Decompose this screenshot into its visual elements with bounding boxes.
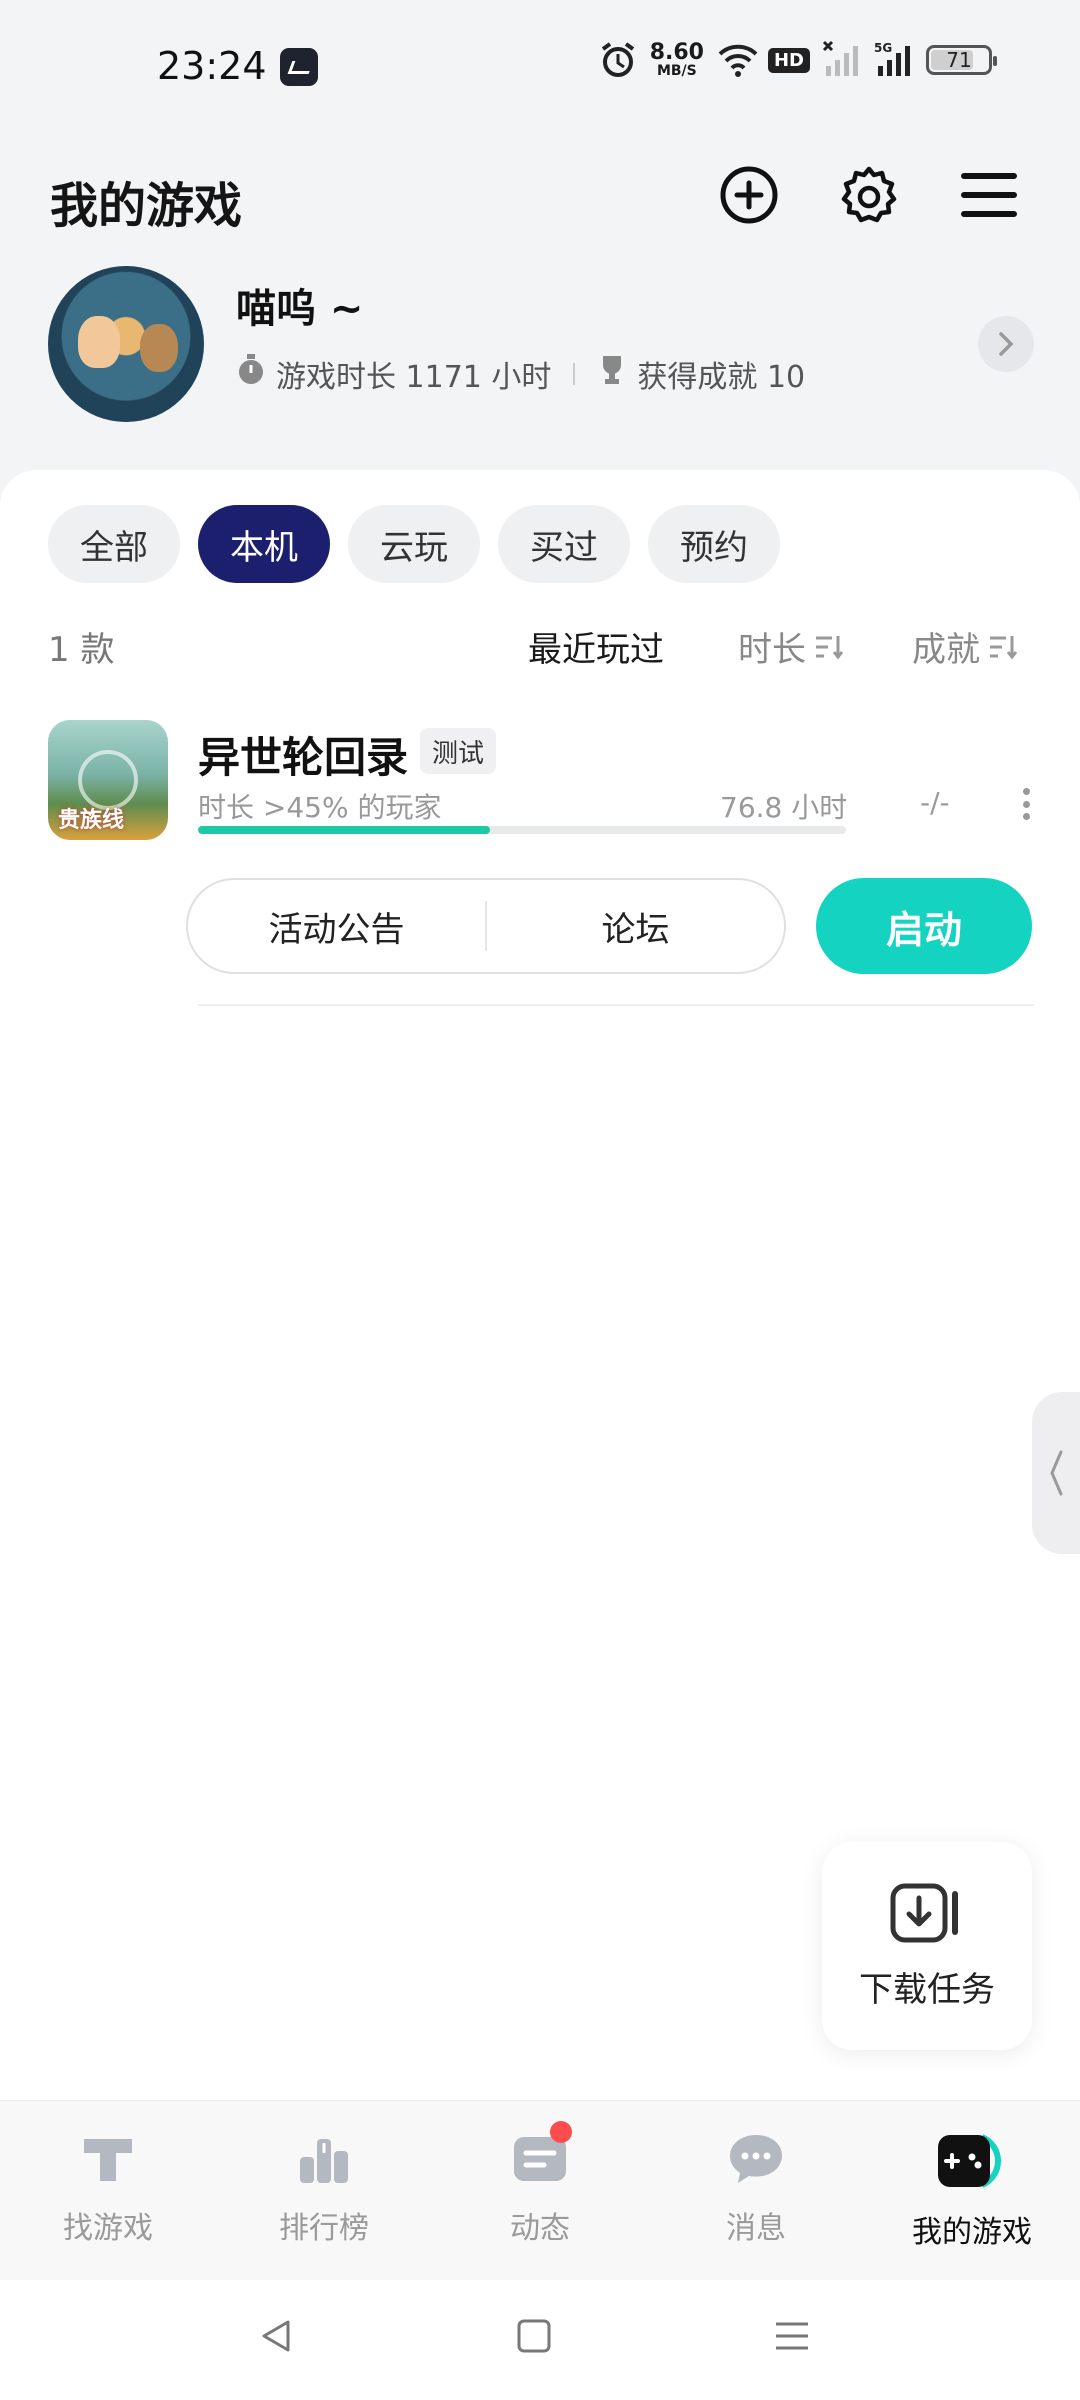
nav-feed[interactable]: 动态 (432, 2101, 648, 2280)
game-title[interactable]: 异世轮回录 (198, 724, 408, 785)
settings-button[interactable] (834, 160, 904, 230)
play-time: 游戏时长 1171 小时 (276, 360, 552, 395)
username[interactable]: 喵呜 ~ (236, 276, 363, 334)
status-icons: 8.60 MB/S HD 5G 71 (598, 40, 997, 80)
status-bar: 23:24 8.60 MB/S HD 5G 71 (0, 0, 1080, 140)
sort-duration-label: 时长 (738, 630, 806, 670)
game-icon-art (78, 750, 138, 810)
notification-app-icon (280, 48, 318, 86)
filter-tab-purchased[interactable]: 买过 (498, 505, 630, 583)
find-game-icon (84, 2139, 132, 2181)
alarm-icon (598, 40, 638, 80)
game-actions: 活动公告 论坛 (186, 878, 786, 974)
nav-my-games[interactable]: 我的游戏 (864, 2101, 1080, 2280)
my-games-icon (938, 2134, 1001, 2188)
add-game-button[interactable] (714, 160, 784, 230)
add-circle-icon (720, 166, 778, 224)
sort-achievements-label: 成就 (912, 630, 980, 670)
stats-divider (573, 363, 576, 385)
game-count: 1 款 (48, 630, 115, 670)
net-speed-value: 8.60 (649, 40, 704, 65)
recents-menu-icon (776, 2322, 808, 2350)
stopwatch-icon (236, 353, 266, 395)
sort-achievements[interactable]: 成就 (912, 622, 1018, 671)
more-options-icon[interactable] (1020, 788, 1032, 820)
filter-tab-all[interactable]: 全部 (48, 505, 180, 583)
list-divider (198, 1004, 1034, 1006)
net-speed-unit: MB/S (656, 63, 697, 79)
notification-dot (550, 2121, 572, 2143)
playtime-progress-fill (198, 826, 490, 834)
sort-icon (816, 635, 844, 659)
game-percentile: 时长 >45% 的玩家 (198, 791, 442, 824)
game-icon-badge: 贵族线 (58, 808, 125, 833)
announcement-button[interactable]: 活动公告 (188, 902, 485, 951)
svg-text:5G: 5G (874, 41, 892, 55)
sort-duration[interactable]: 时长 (738, 622, 844, 671)
status-time: 23:24 (157, 44, 267, 88)
game-icon[interactable]: 贵族线 (48, 720, 168, 840)
battery-level: 71 (946, 48, 972, 72)
nav-find-game[interactable]: 找游戏 (0, 2101, 216, 2280)
trophy-icon (597, 353, 627, 395)
hd-icon: HD (767, 47, 810, 73)
system-back-button[interactable] (246, 2306, 306, 2366)
net-speed: 8.60 MB/S (649, 40, 704, 79)
filter-tab-local[interactable]: 本机 (198, 505, 330, 583)
download-icon (890, 1883, 958, 1942)
side-drawer-handle[interactable] (1032, 1392, 1080, 1554)
nav-messages-label: 消息 (726, 2211, 786, 2246)
sort-icon (990, 635, 1018, 659)
filter-tab-reserved[interactable]: 预约 (648, 505, 780, 583)
signal-5g-icon: 5G (874, 40, 914, 80)
sort-recent[interactable]: 最近玩过 (528, 622, 664, 671)
page-title: 我的游戏 (50, 178, 243, 234)
message-icon (730, 2135, 782, 2183)
system-recents-button[interactable] (762, 2306, 822, 2366)
profile-stats: 游戏时长 1171 小时 获得成就 10 (236, 352, 805, 396)
game-hours: 76.8 小时 (720, 791, 848, 824)
game-tag: 测试 (420, 728, 497, 774)
nav-messages[interactable]: 消息 (648, 2101, 864, 2280)
achievements-count: 获得成就 10 (637, 360, 806, 395)
home-square-icon (517, 2319, 551, 2353)
nav-find-game-label: 找游戏 (63, 2211, 153, 2246)
battery-icon: 71 (926, 45, 997, 75)
wifi-icon (716, 40, 758, 80)
gear-icon (841, 166, 897, 223)
avatar[interactable] (48, 266, 204, 422)
profile-detail-button[interactable] (978, 316, 1034, 372)
back-triangle-icon (262, 2320, 290, 2352)
forum-button[interactable]: 论坛 (487, 902, 784, 951)
game-achievements: -/- (920, 786, 950, 819)
chevron-left-icon (1050, 1450, 1063, 1496)
ranking-icon (300, 2139, 348, 2183)
download-task-label: 下载任务 (859, 1969, 995, 2010)
playtime-progress (198, 826, 846, 834)
nav-ranking[interactable]: 排行榜 (216, 2101, 432, 2280)
nav-my-games-label: 我的游戏 (912, 2215, 1032, 2250)
nav-feed-label: 动态 (510, 2211, 570, 2246)
filter-tabs: 全部 本机 云玩 买过 预约 (48, 505, 780, 583)
bottom-nav: 找游戏 排行榜 动态 消息 我的游戏 (0, 2100, 1080, 2280)
menu-icon (961, 173, 1017, 217)
system-home-button[interactable] (504, 2306, 564, 2366)
menu-button[interactable] (954, 160, 1024, 230)
download-task-button[interactable]: 下载任务 (822, 1842, 1032, 2050)
system-nav-bar (0, 2280, 1080, 2400)
signal-weak-icon (822, 40, 862, 80)
chevron-right-icon (999, 332, 1014, 356)
launch-button[interactable]: 启动 (816, 878, 1032, 974)
filter-tab-cloud[interactable]: 云玩 (348, 505, 480, 583)
nav-ranking-label: 排行榜 (279, 2211, 369, 2246)
